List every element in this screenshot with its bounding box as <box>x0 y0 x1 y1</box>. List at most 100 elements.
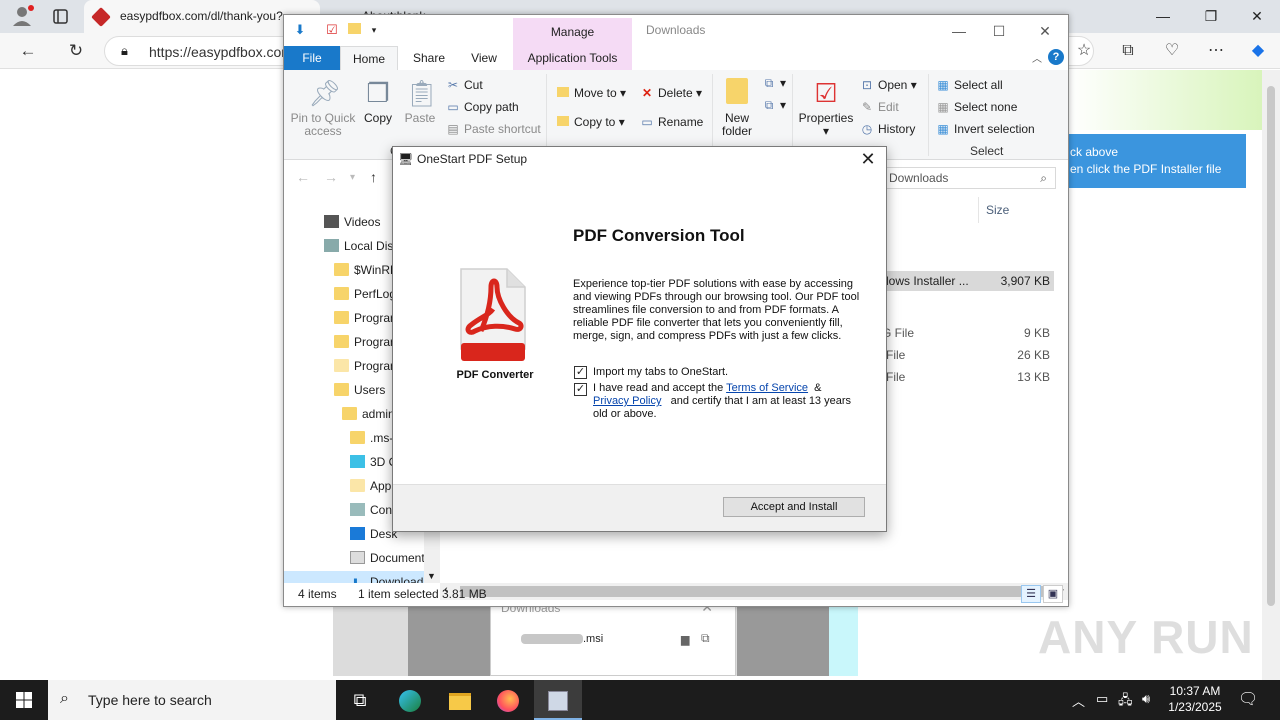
history-button[interactable]: ◷ History <box>860 122 916 136</box>
new-folder-icon[interactable] <box>346 22 362 38</box>
download-file[interactable]: .msi <box>521 633 603 645</box>
import-tabs-checkbox[interactable]: ✓ <box>574 366 587 379</box>
tree-item-3d-objects[interactable]: 3D O <box>350 451 398 473</box>
recent-dropdown-icon[interactable]: ▾ <box>350 172 355 183</box>
search-downloads-field[interactable]: ch Downloads ⌕ <box>866 167 1056 189</box>
edge-browser-icon[interactable] <box>386 680 434 720</box>
move-to-button[interactable]: Move to ▾ <box>556 86 626 100</box>
accept-and-install-button[interactable]: Accept and Install <box>723 497 865 517</box>
forward-arrow-icon[interactable]: → <box>324 169 338 185</box>
tree-item[interactable]: Progran <box>334 307 397 329</box>
task-view-icon[interactable]: ⧉ <box>336 680 384 720</box>
page-scrollbar[interactable] <box>1262 70 1280 680</box>
properties-check-icon[interactable]: ☑ <box>324 22 340 38</box>
refresh-icon[interactable]: ↻ <box>62 37 90 65</box>
invert-selection-button[interactable]: ▦ Invert selection <box>936 122 1034 136</box>
tab-application-tools[interactable]: Application Tools <box>513 46 632 70</box>
notifications-icon[interactable]: 🗨︎ <box>1238 689 1258 709</box>
firefox-icon[interactable] <box>484 680 532 720</box>
file-explorer-icon[interactable] <box>436 680 484 720</box>
minimize-button[interactable]: — <box>939 19 979 43</box>
column-header-size[interactable]: Size <box>986 203 1009 217</box>
properties-button[interactable]: ☑ Properties ▾ <box>798 78 854 138</box>
paste-button[interactable]: 📋︎ Paste <box>402 78 438 125</box>
scroll-thumb[interactable] <box>1267 86 1275 606</box>
collections-icon[interactable]: ⧉ <box>1114 38 1142 64</box>
open-button[interactable]: ⊡ Open ▾ <box>860 78 917 92</box>
more-menu-icon[interactable]: ⋯ <box>1202 38 1230 64</box>
paste-shortcut-button[interactable]: ▤ Paste shortcut <box>446 122 540 136</box>
network-icon[interactable]: 🖧︎ <box>1118 691 1133 713</box>
up-arrow-icon[interactable]: ↑ <box>370 169 377 185</box>
show-hidden-icons-icon[interactable]: ︿ <box>1072 691 1085 710</box>
maximize-button[interactable]: ☐ <box>979 19 1019 43</box>
volume-icon[interactable]: 🔊︎ <box>1142 691 1150 707</box>
privacy-policy-link[interactable]: Privacy Policy <box>593 395 661 407</box>
tab-file[interactable]: File <box>284 46 340 70</box>
select-none-button[interactable]: ▦ Select none <box>936 100 1017 114</box>
start-button[interactable] <box>0 680 48 720</box>
close-icon[interactable]: ✕ <box>858 148 878 170</box>
tree-item-admin[interactable]: admin <box>342 403 395 425</box>
details-view-icon[interactable]: ☰ <box>1021 585 1041 603</box>
tree-item-videos[interactable]: Videos <box>324 211 380 233</box>
tree-item[interactable]: Progran <box>334 355 397 377</box>
rename-button[interactable]: ▭ Rename <box>640 115 703 129</box>
pin-quick-access-button[interactable]: 📌︎ Pin to Quick access <box>290 78 356 138</box>
open-external-icon[interactable]: ⧉ <box>701 631 710 646</box>
site-favicon-icon <box>91 7 111 27</box>
new-folder-button[interactable]: New folder <box>716 78 758 138</box>
collapse-ribbon-icon[interactable]: ︿ <box>1032 50 1042 65</box>
tree-item-contacts[interactable]: Cont <box>350 499 395 521</box>
copilot-icon[interactable]: ◆ <box>1244 38 1272 64</box>
folder-icon[interactable]: ▆ <box>681 633 689 646</box>
profile-icon[interactable] <box>0 0 44 33</box>
accept-terms-checkbox[interactable]: ✓ <box>574 383 587 396</box>
customize-qa-icon[interactable]: ▾ <box>366 22 382 38</box>
tree-item-desktop[interactable]: Desk <box>350 523 397 545</box>
terms-of-service-link[interactable]: Terms of Service <box>726 382 808 394</box>
copy-button[interactable]: ❐ Copy <box>360 78 396 125</box>
tree-item-documents[interactable]: Document <box>350 547 425 569</box>
file-row-selected[interactable]: dows Installer ... 3,907 KB <box>880 271 1054 291</box>
close-button[interactable]: ✕ <box>1234 0 1280 33</box>
tree-item-local-disk[interactable]: Local Dis <box>324 235 393 257</box>
pin-icon: 📌︎ <box>308 78 342 108</box>
file-row[interactable]: File 26 KB <box>880 345 1054 365</box>
file-row[interactable]: File 13 KB <box>880 367 1054 387</box>
tab-actions-icon[interactable] <box>46 0 76 33</box>
browser-essentials-icon[interactable]: ♡ <box>1158 38 1186 64</box>
back-arrow-icon[interactable]: ← <box>296 169 310 185</box>
help-icon[interactable]: ? <box>1048 49 1064 65</box>
tab-share[interactable]: Share <box>400 46 458 70</box>
tree-item-users[interactable]: Users <box>334 379 385 401</box>
tree-item[interactable]: $WinRE <box>334 259 398 281</box>
tree-item[interactable]: Appl <box>350 475 394 497</box>
new-item-button[interactable]: ⧉ ▾ <box>762 76 786 91</box>
edit-button[interactable]: ✎ Edit <box>860 100 899 114</box>
tab-view[interactable]: View <box>458 46 510 70</box>
tree-item[interactable]: Progran <box>334 331 397 353</box>
favorite-star-icon[interactable]: ☆ <box>1070 38 1098 64</box>
minimize-button[interactable]: — <box>1140 0 1186 33</box>
cut-button[interactable]: ✂ Cut <box>446 78 483 92</box>
tab-home[interactable]: Home <box>340 46 398 70</box>
tree-item-downloads[interactable]: ⬇ Download <box>284 571 424 583</box>
taskbar-search-box[interactable]: ⌕ Type here to search <box>48 680 336 720</box>
back-arrow-icon[interactable]: ← <box>14 37 42 65</box>
copy-path-button[interactable]: ▭ Copy path <box>446 100 518 114</box>
scroll-down-icon[interactable]: ▼ <box>427 571 436 581</box>
large-icons-view-icon[interactable]: ▣ <box>1043 585 1063 603</box>
file-row[interactable]: G File 9 KB <box>880 323 1054 343</box>
delete-button[interactable]: ✕ Delete ▾ <box>640 86 702 100</box>
easy-access-button[interactable]: ⧉ ▾ <box>762 98 786 113</box>
copy-to-button[interactable]: Copy to ▾ <box>556 115 625 129</box>
battery-icon[interactable]: ▭ <box>1096 691 1108 707</box>
tree-item[interactable]: .ms- <box>350 427 393 449</box>
restore-button[interactable]: ❐ <box>1188 0 1234 33</box>
close-button[interactable]: ✕ <box>1025 19 1065 43</box>
tree-item[interactable]: PerfLog <box>334 283 396 305</box>
installer-taskbar-icon[interactable] <box>534 680 582 720</box>
select-all-button[interactable]: ▦ Select all <box>936 78 1002 92</box>
clock[interactable]: 10:37 AM 1/23/2025 <box>1164 683 1226 715</box>
